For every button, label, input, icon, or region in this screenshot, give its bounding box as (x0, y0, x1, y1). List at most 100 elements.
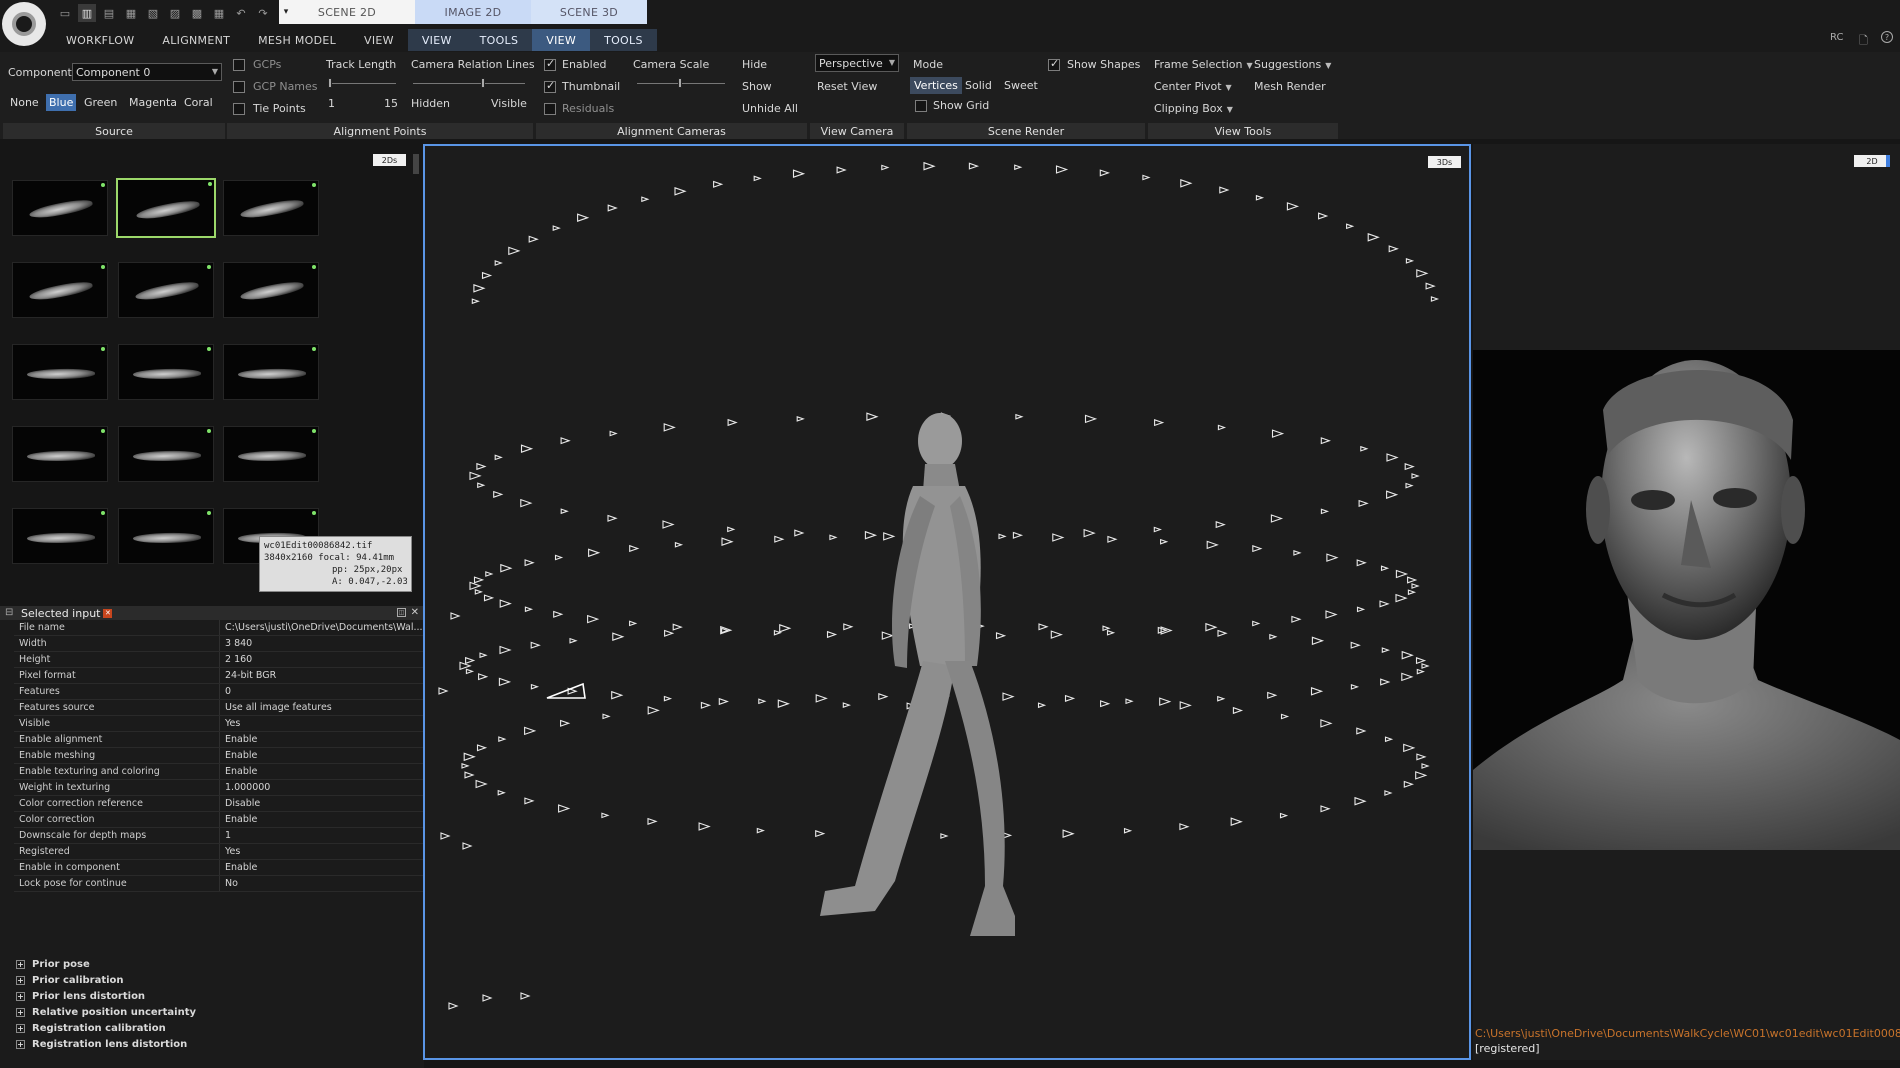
layout-3-icon[interactable]: ▤ (100, 4, 118, 22)
property-value[interactable]: Yes (220, 716, 424, 731)
tab-scene-3d[interactable]: SCENE 3D (531, 0, 647, 24)
property-value[interactable]: 24-bit BGR (220, 668, 424, 683)
property-row[interactable]: Downscale for depth maps 1 (14, 828, 424, 844)
property-value[interactable]: 1 (220, 828, 424, 843)
center-pivot-dropdown[interactable]: Center Pivot ▼ (1154, 80, 1232, 93)
property-row[interactable]: Color correction reference Disable (14, 796, 424, 812)
image-thumbnail[interactable] (118, 426, 214, 482)
property-row[interactable]: File name C:\Users\justi\OneDrive\Documen… (14, 620, 424, 636)
enabled-checkbox[interactable] (544, 57, 556, 71)
tab-view[interactable]: VIEW (350, 29, 408, 51)
image-thumbnail[interactable] (223, 426, 319, 482)
property-group[interactable]: + Prior lens distortion (16, 988, 416, 1004)
property-row[interactable]: Color correction Enable (14, 812, 424, 828)
layout-7-icon[interactable]: ▩ (188, 4, 206, 22)
image-thumbnail[interactable] (12, 426, 108, 482)
expand-icon[interactable]: + (16, 991, 25, 1001)
gcps-checkbox[interactable] (233, 59, 245, 71)
property-value[interactable]: Use all image features (220, 700, 424, 715)
tab-3d-tools[interactable]: TOOLS (590, 29, 657, 51)
property-row[interactable]: Enable in component Enable (14, 860, 424, 876)
mesh-render-button[interactable]: Mesh Render (1254, 80, 1326, 93)
thumbnail-scrollbar[interactable] (413, 154, 419, 174)
property-row[interactable]: Enable meshing Enable (14, 748, 424, 764)
property-group[interactable]: + Prior calibration (16, 972, 416, 988)
frame-selection-dropdown[interactable]: Frame Selection ▼ (1154, 58, 1253, 71)
property-value[interactable]: 0 (220, 684, 424, 699)
property-row[interactable]: Visible Yes (14, 716, 424, 732)
property-value[interactable]: Enable (220, 748, 424, 763)
camera-scale-handle[interactable] (678, 78, 682, 88)
image-thumbnail[interactable] (118, 344, 214, 400)
image-thumbnail[interactable] (223, 344, 319, 400)
camera-relation-slider[interactable] (413, 83, 525, 84)
image-thumbnail[interactable] (223, 180, 319, 236)
property-value[interactable]: Yes (220, 844, 424, 859)
gcp-names-checkbox[interactable] (233, 81, 245, 93)
show-grid-checkbox[interactable] (915, 100, 927, 112)
property-row[interactable]: Lock pose for continue No (14, 876, 424, 892)
expand-icon[interactable]: + (16, 1039, 25, 1049)
property-value[interactable]: Enable (220, 812, 424, 827)
image-thumbnail[interactable] (118, 262, 214, 318)
image-thumbnail[interactable] (118, 508, 214, 564)
tab-alignment[interactable]: ALIGNMENT (148, 29, 244, 51)
property-row[interactable]: Enable texturing and coloring Enable (14, 764, 424, 780)
document-icon[interactable]: 🗋 (1859, 32, 1868, 51)
property-group[interactable]: + Prior pose (16, 956, 416, 972)
mode-solid[interactable]: Solid (962, 77, 995, 94)
image-thumbnail[interactable] (223, 262, 319, 318)
tie-points-checkbox[interactable] (233, 103, 245, 115)
expand-icon[interactable]: + (16, 975, 25, 985)
layout-5-icon[interactable]: ▧ (144, 4, 162, 22)
property-row[interactable]: Features 0 (14, 684, 424, 700)
mode-sweet[interactable]: Sweet (1001, 77, 1041, 94)
property-row[interactable]: Enable alignment Enable (14, 732, 424, 748)
tab-workflow[interactable]: WORKFLOW (52, 29, 148, 51)
tab-scene-2d[interactable]: SCENE 2D (279, 0, 415, 24)
redo-icon[interactable]: ↷ (254, 4, 272, 22)
property-group[interactable]: + Registration lens distortion (16, 1036, 416, 1052)
thumbnail-checkbox[interactable] (544, 79, 556, 93)
track-length-handle[interactable] (328, 78, 332, 88)
expand-icon[interactable]: + (16, 1023, 25, 1033)
mode-vertices[interactable]: Vertices (910, 77, 962, 94)
property-row[interactable]: Features source Use all image features (14, 700, 424, 716)
image-thumbnail[interactable] (12, 262, 108, 318)
close-icon[interactable]: ✕ (411, 607, 419, 618)
unhide-all-button[interactable]: Unhide All (742, 102, 798, 115)
property-value[interactable]: 1.000000 (220, 780, 424, 795)
show-shapes-checkbox[interactable] (1048, 57, 1060, 71)
tab-image-2d[interactable]: IMAGE 2D (415, 0, 531, 24)
selected-image-preview[interactable] (1473, 350, 1900, 850)
scene-3d-view[interactable]: 3Ds (423, 144, 1471, 1060)
color-green[interactable]: Green (81, 94, 120, 111)
property-row[interactable]: Height 2 160 (14, 652, 424, 668)
scene-canvas[interactable] (425, 146, 1469, 1058)
pin-icon[interactable]: ◫ (397, 608, 406, 617)
hide-button[interactable]: Hide (742, 58, 767, 71)
camera-relation-handle[interactable] (481, 78, 485, 88)
expand-icon[interactable]: + (16, 959, 25, 969)
image-thumbnail[interactable] (12, 508, 108, 564)
property-row[interactable]: Weight in texturing 1.000000 (14, 780, 424, 796)
clear-selection-icon[interactable]: ✕ (103, 608, 113, 618)
color-blue[interactable]: Blue (46, 94, 77, 111)
reset-view-button[interactable]: Reset View (817, 80, 877, 93)
property-value[interactable]: Disable (220, 796, 424, 811)
tab-2d-view[interactable]: VIEW (407, 29, 466, 51)
property-group[interactable]: + Registration calibration (16, 1020, 416, 1036)
property-value[interactable]: No (220, 876, 424, 891)
tab-mesh-model[interactable]: MESH MODEL (244, 29, 350, 51)
property-group[interactable]: + Relative position uncertainty (16, 1004, 416, 1020)
app-logo[interactable] (2, 2, 46, 46)
layout-4-icon[interactable]: ▦ (122, 4, 140, 22)
color-none[interactable]: None (7, 94, 42, 111)
property-value[interactable]: 2 160 (220, 652, 424, 667)
view-tag-2ds[interactable]: 2Ds (373, 154, 406, 166)
property-value[interactable]: 3 840 (220, 636, 424, 651)
property-row[interactable]: Width 3 840 (14, 636, 424, 652)
expand-icon[interactable]: + (16, 1007, 25, 1017)
residuals-checkbox[interactable] (544, 103, 556, 115)
color-coral[interactable]: Coral (181, 94, 216, 111)
